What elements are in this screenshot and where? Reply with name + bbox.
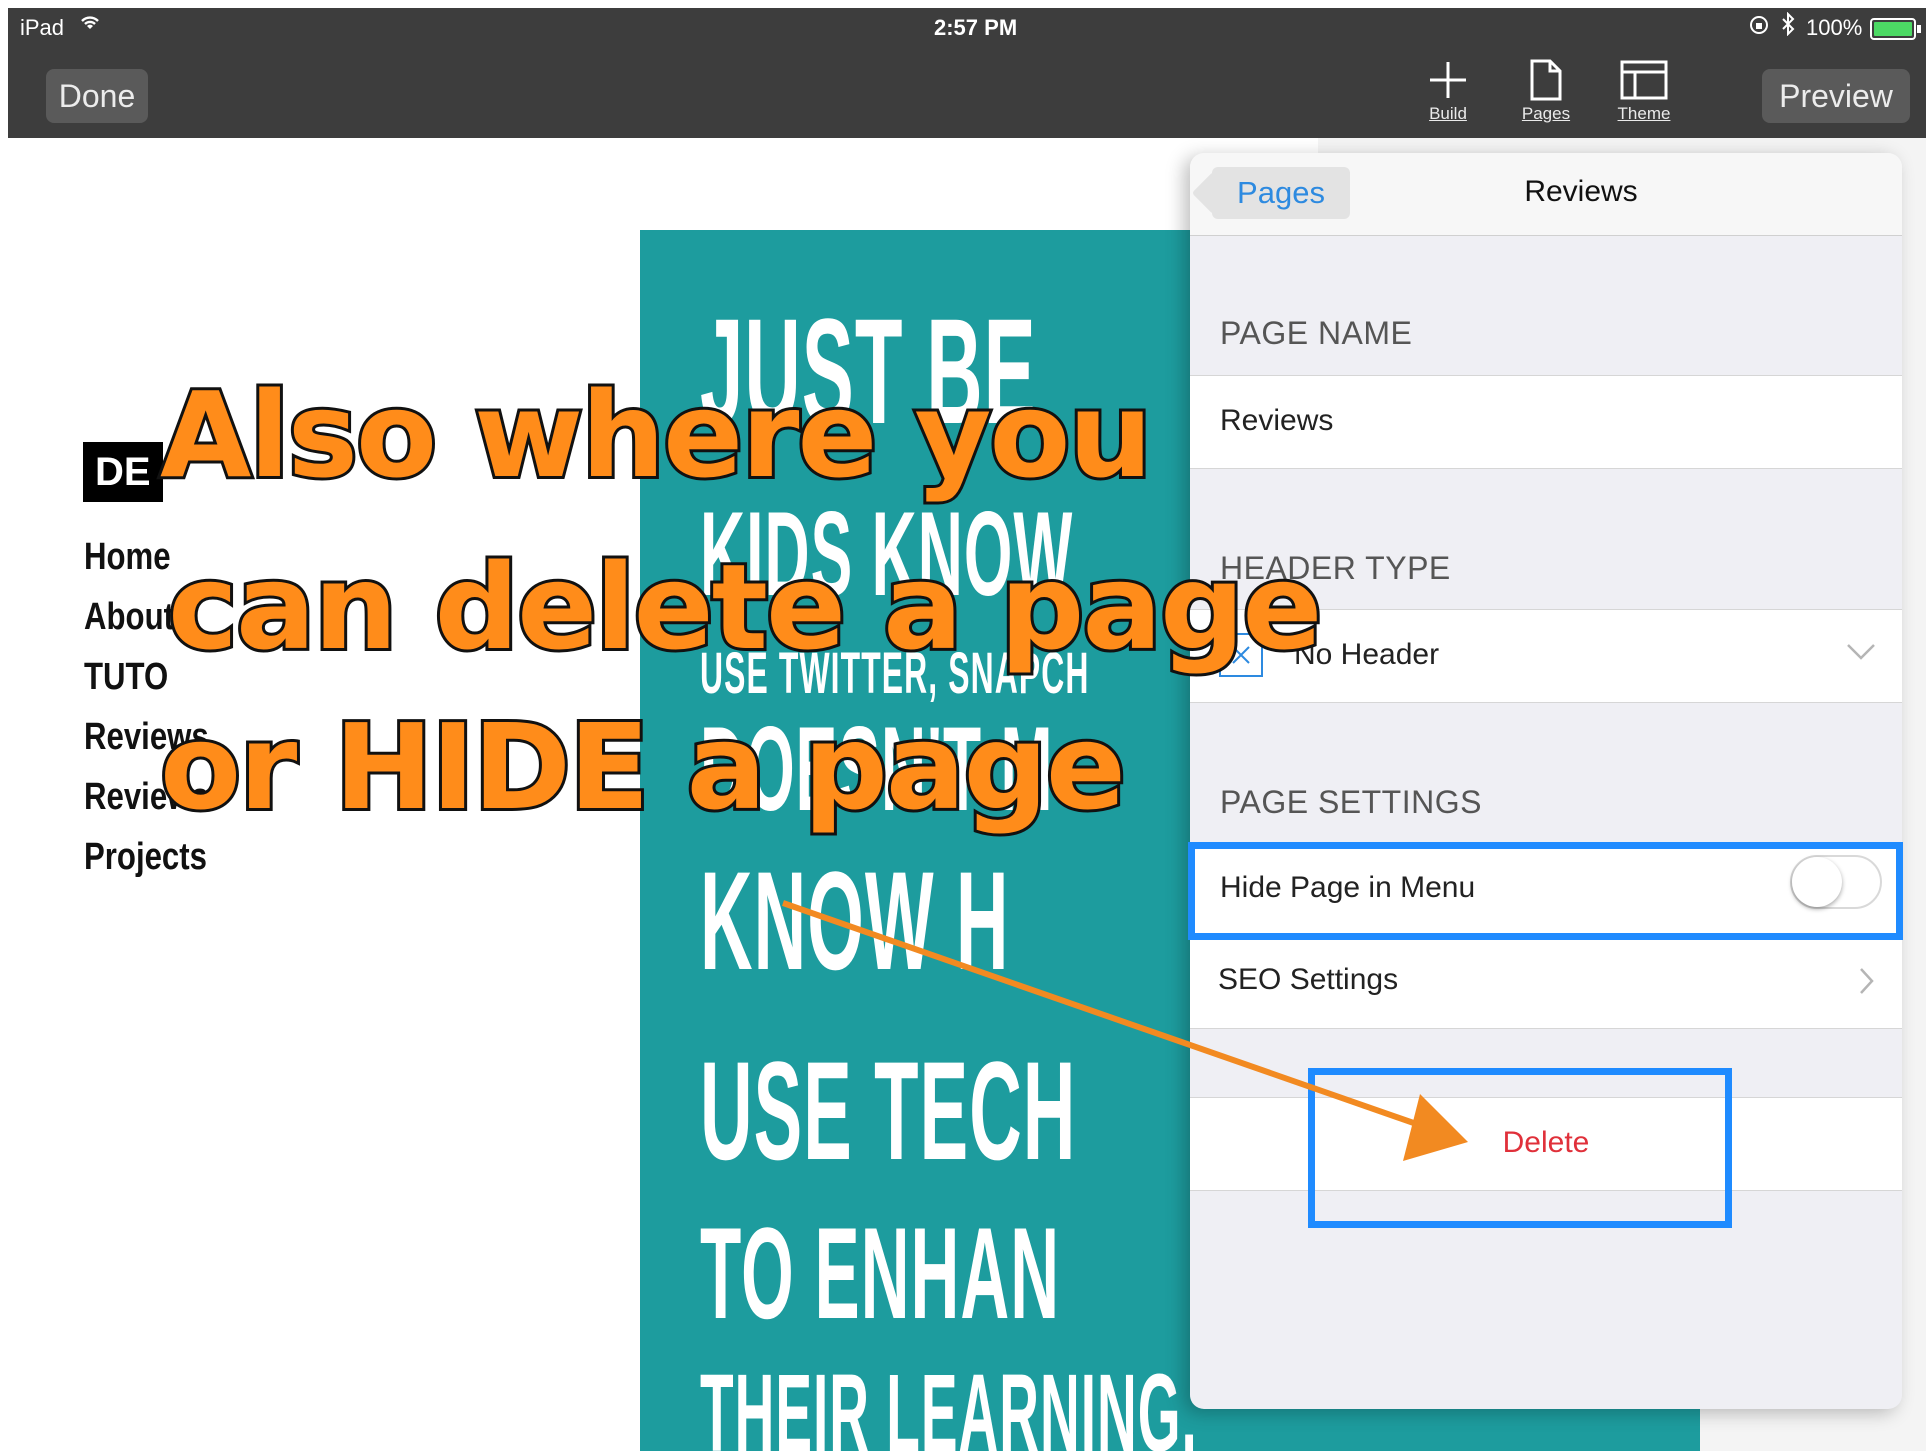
annotation-line-1: Also where you [157, 363, 1155, 507]
annotation-line-2: can delete a page [165, 535, 1325, 679]
ipad-screen: iPad 2:57 PM 100% Done Build Pages Theme… [8, 8, 1926, 1451]
annotation-line-3: or HIDE a page [157, 695, 1129, 839]
